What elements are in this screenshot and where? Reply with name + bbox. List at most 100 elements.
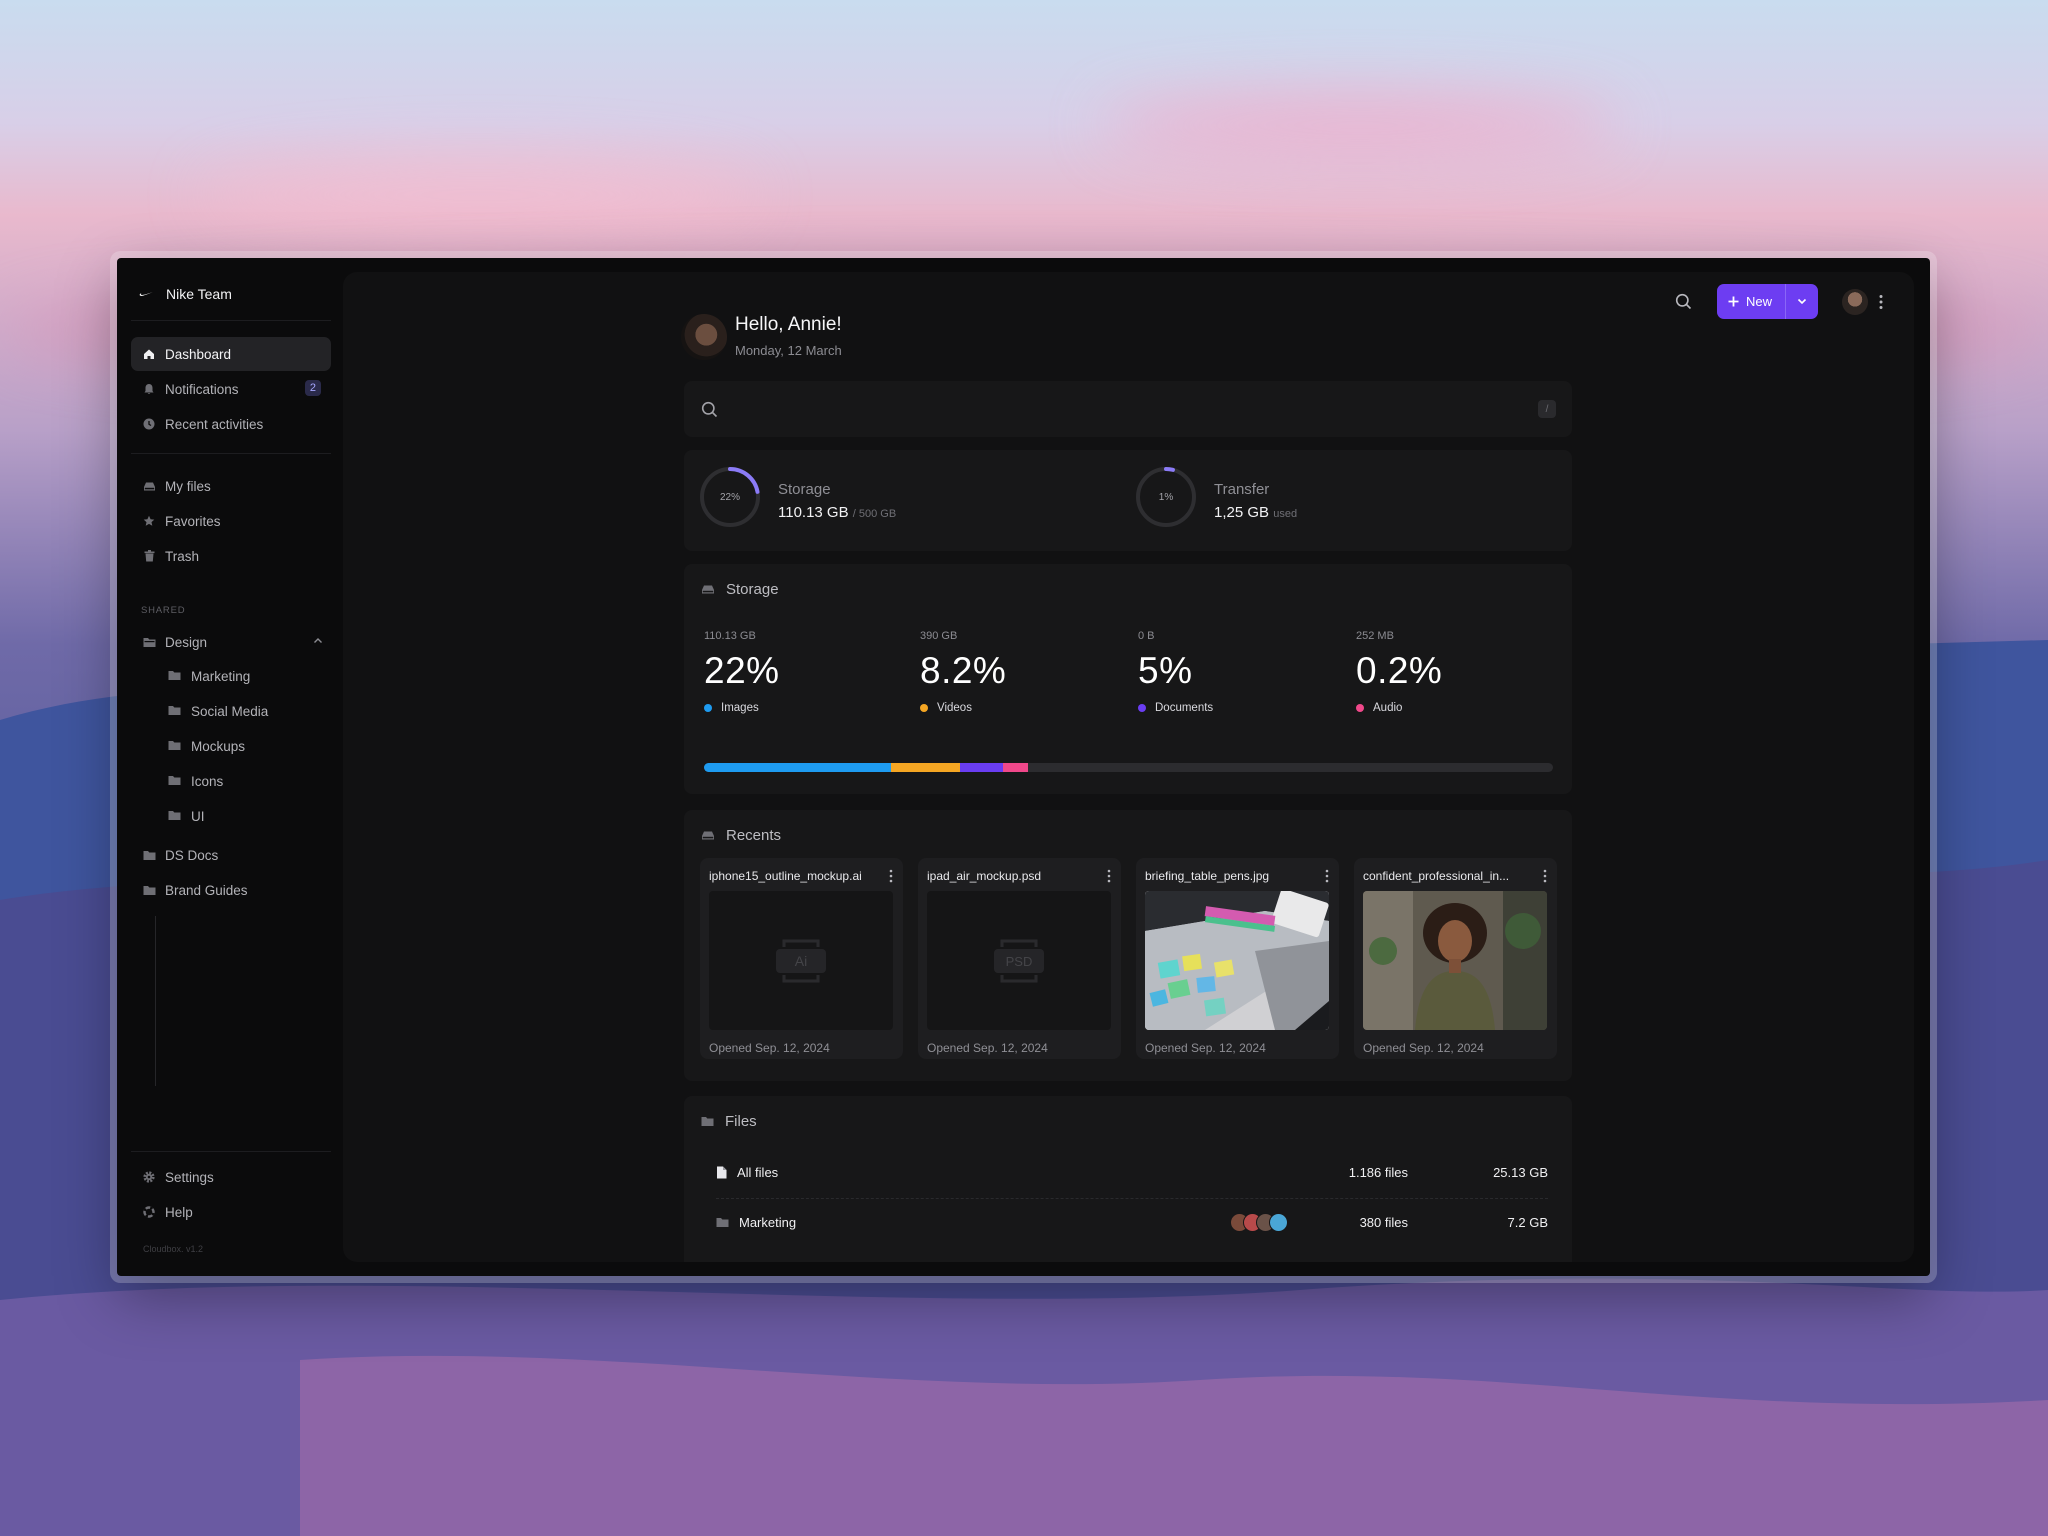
stat-size: 0 B [1138,630,1155,642]
legend-dot [1138,704,1146,712]
user-avatar[interactable] [1842,288,1868,315]
search-input[interactable]: / [684,381,1572,437]
sidebar-item-label: Social Media [191,703,269,719]
sidebar-item-settings[interactable]: Settings [131,1160,331,1194]
sidebar-item-label: Notifications [165,381,239,397]
stat-legend: Documents [1138,702,1328,714]
nike-logo-icon [139,292,153,296]
file-icon [717,1166,727,1178]
recent-file-card[interactable]: confident_professional_in... Opened Sep.… [1354,858,1557,1059]
team-switcher[interactable]: Nike Team [139,286,232,302]
sidebar-item-icons[interactable]: Icons [154,764,331,798]
more-vertical-icon[interactable] [1874,291,1888,313]
drive-icon [702,831,714,840]
sidebar-item-label: UI [191,808,205,824]
legend-label: Images [721,702,759,714]
gear-icon [142,1170,156,1184]
sidebar-item-marketing[interactable]: Marketing [154,659,331,693]
card-title: Files [725,1113,757,1130]
table-row[interactable]: Marketing 380 files 7.2 GB [716,1202,1548,1242]
recent-file-card[interactable]: iphone15_outline_mockup.ai Ai Opened Sep… [700,858,903,1059]
sidebar-item-label: Brand Guides [165,882,248,898]
clock-icon [142,417,156,431]
divider [131,453,331,454]
image-thumbnail [1363,891,1547,1030]
sidebar-item-brand-guides[interactable]: Brand Guides [131,873,331,907]
storage-bar-segment [960,763,1003,772]
recent-file-card[interactable]: briefing_table_pens.jpg Opened Sep. 12, … [1136,858,1339,1059]
stat-documents: 0 B 5% Documents [1138,630,1328,714]
legend-dot [920,704,928,712]
storage-value: 110.13 GB / 500 GB [778,504,896,521]
divider [131,1151,331,1152]
table-row[interactable]: All files 1.186 files 25.13 GB [716,1152,1548,1192]
stat-legend: Images [704,702,894,714]
stat-size: 110.13 GB [704,630,756,642]
folder-icon [168,669,181,684]
file-name: iphone15_outline_mockup.ai [709,869,862,883]
more-vertical-icon[interactable] [1105,868,1113,884]
sidebar-item-label: Dashboard [165,346,232,362]
notification-count-badge: 2 [304,380,321,396]
stat-audio: 252 MB 0.2% Audio [1356,630,1546,714]
folder-icon [716,1217,729,1227]
folder-icon [701,1117,714,1126]
team-name: Nike Team [166,286,232,302]
row-divider [716,1198,1548,1199]
more-vertical-icon[interactable] [887,868,895,884]
sidebar-item-label: Design [165,634,208,650]
background-cloud [1100,95,1620,155]
transfer-progress-ring: 1% [1135,466,1197,528]
search-icon[interactable] [1673,291,1695,313]
background-cloud [200,160,760,230]
sidebar-item-dashboard[interactable]: Dashboard [131,337,331,371]
sidebar-item-ui[interactable]: UI [154,799,331,833]
sidebar-item-mockups[interactable]: Mockups [154,729,331,763]
more-vertical-icon[interactable] [1541,868,1549,884]
sidebar-item-label: Recent activities [165,416,264,432]
folder-icon [168,704,181,719]
sidebar-item-recent-activities[interactable]: Recent activities [131,407,331,441]
legend-label: Audio [1373,702,1403,714]
folder-open-icon [142,635,156,649]
file-opened-date: Opened Sep. 12, 2024 [927,1041,1048,1055]
recent-file-card[interactable]: ipad_air_mockup.psd PSD Opened Sep. 12, … [918,858,1121,1059]
sidebar-item-favorites[interactable]: Favorites [131,504,331,538]
app-version: Cloudbox. v1.2 [143,1244,204,1254]
stat-size: 390 GB [920,630,958,642]
new-button-main[interactable]: New [1717,284,1786,319]
row-size: 25.13 GB [1493,1164,1548,1180]
file-thumbnail: Ai [709,891,893,1030]
chevron-up-icon[interactable] [313,637,323,645]
files-section: Files All files 1.186 files 25.13 GB Mar… [684,1096,1572,1262]
stat-videos: 390 GB 8.2% Videos [920,630,1110,714]
row-size: 7.2 GB [1507,1214,1548,1230]
row-name: Marketing [739,1214,797,1230]
keyboard-shortcut-hint: / [1538,400,1556,418]
sidebar-item-trash[interactable]: Trash [131,539,331,573]
sidebar-item-social-media[interactable]: Social Media [154,694,331,728]
professional-portrait-image [1363,891,1547,1030]
stat-legend: Audio [1356,702,1546,714]
legend-dot [1356,704,1364,712]
card-title: Recents [726,827,782,844]
folder-icon [142,848,156,862]
sidebar-item-label: Icons [191,773,224,789]
image-thumbnail [1145,891,1329,1030]
shared-section-label: SHARED [141,605,186,616]
stat-images: 110.13 GB 22% Images [704,630,894,714]
more-vertical-icon[interactable] [1323,868,1331,884]
sidebar-item-label: Marketing [191,668,251,684]
sidebar-item-help[interactable]: Help [131,1195,331,1229]
storage-bar-segment [890,763,961,772]
new-button[interactable]: New [1716,284,1818,319]
storage-bar-segment [704,763,891,772]
chevron-down-icon[interactable] [1786,284,1818,319]
transfer-used: 1,25 GB [1214,504,1270,521]
sidebar-item-notifications[interactable]: Notifications 2 [131,372,331,406]
sidebar-item-my-files[interactable]: My files [131,469,331,503]
sidebar-item-ds-docs[interactable]: DS Docs [131,838,331,872]
file-name: briefing_table_pens.jpg [1145,869,1270,883]
stat-percent: 5% [1138,650,1193,691]
sidebar-item-design[interactable]: Design [131,625,331,659]
